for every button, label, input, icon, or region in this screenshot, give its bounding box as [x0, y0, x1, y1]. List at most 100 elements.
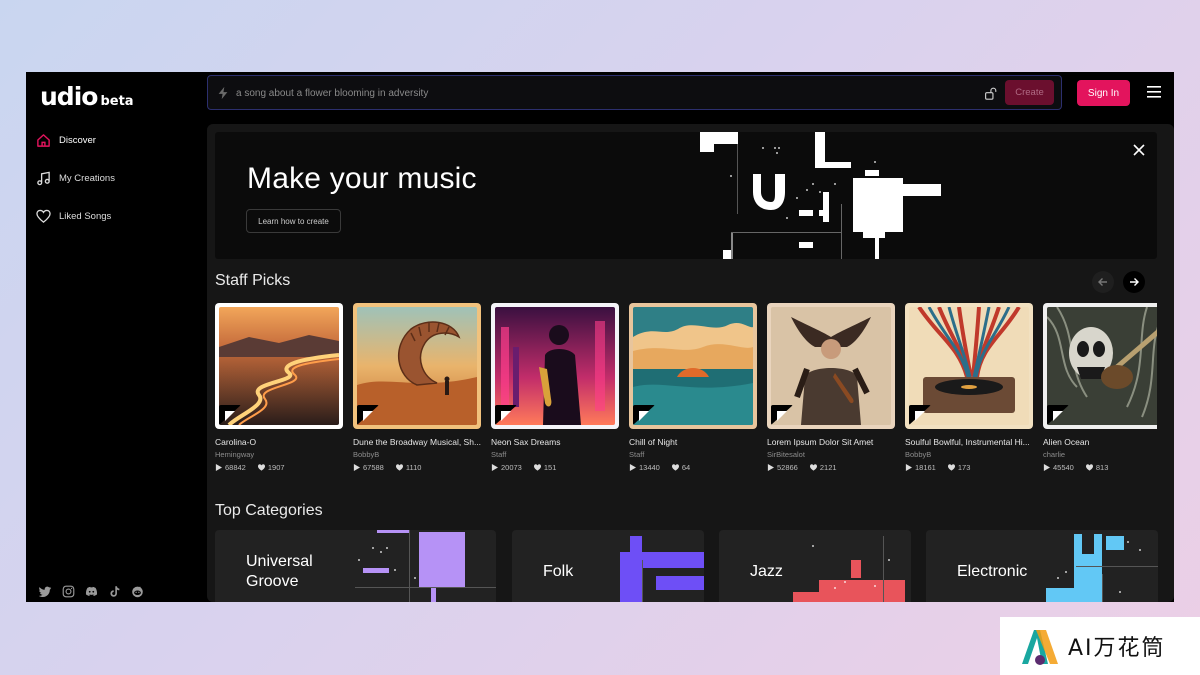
logo[interactable]: udio beta: [40, 82, 134, 111]
heart-icon: [948, 464, 955, 471]
heart-icon: [672, 464, 679, 471]
close-icon[interactable]: [1133, 144, 1145, 156]
heart-icon: [810, 464, 817, 471]
song-card[interactable]: Dune the Broadway Musical, Sh... BobbyB …: [353, 303, 481, 472]
song-cover[interactable]: [1043, 303, 1157, 429]
sidebar-item-label: Liked Songs: [59, 211, 111, 222]
song-cover[interactable]: [353, 303, 481, 429]
play-icon: [905, 464, 912, 471]
song-stats: 68842 1907: [215, 463, 343, 472]
song-title[interactable]: Dune the Broadway Musical, Sh...: [353, 437, 481, 447]
instagram-icon[interactable]: [61, 584, 75, 598]
like-count: 2121: [820, 463, 837, 472]
song-cover[interactable]: [629, 303, 757, 429]
song-card[interactable]: Carolina-O Hemingway 68842 1907: [215, 303, 343, 472]
category-folk[interactable]: Folk: [512, 530, 704, 602]
play-icon: [215, 464, 222, 471]
category-art: [612, 530, 704, 602]
song-cover[interactable]: [491, 303, 619, 429]
category-label: Jazz: [750, 562, 783, 582]
staff-picks-carousel: Carolina-O Hemingway 68842 1907: [215, 303, 1157, 483]
top-categories-grid: Universal Groove Folk: [215, 530, 1165, 602]
category-jazz[interactable]: Jazz: [719, 530, 911, 602]
carousel-prev-button[interactable]: [1092, 271, 1114, 293]
song-artist[interactable]: Hemingway: [215, 450, 343, 459]
logo-beta-tag: beta: [100, 94, 133, 109]
song-stats: 67588 1110: [353, 463, 481, 472]
category-label: Folk: [543, 562, 573, 582]
udio-corner-icon: [357, 405, 379, 425]
watermark-logo-icon: [1018, 624, 1062, 668]
play-count: 18161: [915, 463, 936, 472]
tiktok-icon[interactable]: [107, 584, 121, 598]
discord-icon[interactable]: [84, 584, 98, 598]
unlock-icon[interactable]: [984, 87, 997, 100]
song-card[interactable]: Neon Sax Dreams Staff 20073 151: [491, 303, 619, 472]
twitter-icon[interactable]: [38, 584, 52, 598]
hero-banner: Make your music Learn how to create: [215, 132, 1157, 259]
like-count: 813: [1096, 463, 1109, 472]
heart-icon: [258, 464, 265, 471]
song-title[interactable]: Soulful Bowlful, Instrumental Hi...: [905, 437, 1033, 447]
song-cover[interactable]: [905, 303, 1033, 429]
hamburger-menu-icon[interactable]: [1147, 86, 1161, 98]
song-artist[interactable]: BobbyB: [905, 450, 1033, 459]
sidebar-item-discover[interactable]: Discover: [36, 133, 96, 148]
social-links: [38, 584, 144, 598]
song-title[interactable]: Alien Ocean: [1043, 437, 1157, 447]
like-count: 1110: [406, 463, 422, 472]
song-artist[interactable]: Staff: [629, 450, 757, 459]
category-label-line: Universal: [246, 552, 313, 572]
song-artist[interactable]: SirBitesalot: [767, 450, 895, 459]
prompt-input[interactable]: [236, 84, 936, 102]
reddit-icon[interactable]: [130, 584, 144, 598]
sign-in-button[interactable]: Sign In: [1077, 80, 1130, 106]
prompt-bar: Create: [207, 75, 1062, 110]
category-art: [1036, 530, 1158, 602]
udio-corner-icon: [495, 405, 517, 425]
play-count: 67588: [363, 463, 384, 472]
song-artist[interactable]: charlie: [1043, 450, 1157, 459]
logo-wordmark: udio: [40, 82, 97, 111]
sidebar-item-my-creations[interactable]: My Creations: [36, 171, 115, 186]
song-cover[interactable]: [767, 303, 895, 429]
song-title[interactable]: Lorem Ipsum Dolor Sit Amet: [767, 437, 895, 447]
sidebar-item-liked-songs[interactable]: Liked Songs: [36, 209, 111, 224]
create-button[interactable]: Create: [1005, 80, 1054, 105]
category-universal-groove[interactable]: Universal Groove: [215, 530, 496, 602]
category-label: Electronic: [957, 562, 1027, 582]
lightning-icon: [216, 86, 230, 100]
like-count: 151: [544, 463, 557, 472]
song-stats: 18161 173: [905, 463, 1033, 472]
song-title[interactable]: Neon Sax Dreams: [491, 437, 619, 447]
song-artist[interactable]: BobbyB: [353, 450, 481, 459]
play-icon: [629, 464, 636, 471]
main-content: Make your music Learn how to create: [207, 124, 1174, 602]
carousel-next-button[interactable]: [1123, 271, 1145, 293]
play-icon: [353, 464, 360, 471]
learn-how-button[interactable]: Learn how to create: [246, 209, 341, 233]
app-window: udio beta Discover My Creations Liked So…: [26, 72, 1174, 602]
banner-pixel-art: [695, 132, 955, 259]
song-card[interactable]: Chill of Night Staff 13440 64: [629, 303, 757, 472]
play-count: 20073: [501, 463, 522, 472]
song-card[interactable]: Alien Ocean charlie 45540 813: [1043, 303, 1157, 472]
song-cover[interactable]: [215, 303, 343, 429]
sidebar: udio beta Discover My Creations Liked So…: [26, 72, 206, 602]
category-electronic[interactable]: Electronic: [926, 530, 1158, 602]
sidebar-item-label: Discover: [59, 135, 96, 146]
song-card[interactable]: Soulful Bowlful, Instrumental Hi... Bobb…: [905, 303, 1033, 472]
top-categories-title: Top Categories: [215, 502, 323, 520]
song-title[interactable]: Chill of Night: [629, 437, 757, 447]
category-label: Universal Groove: [246, 552, 313, 592]
song-stats: 45540 813: [1043, 463, 1157, 472]
song-title[interactable]: Carolina-O: [215, 437, 343, 447]
udio-corner-icon: [633, 405, 655, 425]
heart-icon: [396, 464, 403, 471]
song-artist[interactable]: Staff: [491, 450, 619, 459]
song-stats: 52866 2121: [767, 463, 895, 472]
song-stats: 13440 64: [629, 463, 757, 472]
song-card[interactable]: Lorem Ipsum Dolor Sit Amet SirBitesalot …: [767, 303, 895, 472]
song-stats: 20073 151: [491, 463, 619, 472]
like-count: 1907: [268, 463, 285, 472]
